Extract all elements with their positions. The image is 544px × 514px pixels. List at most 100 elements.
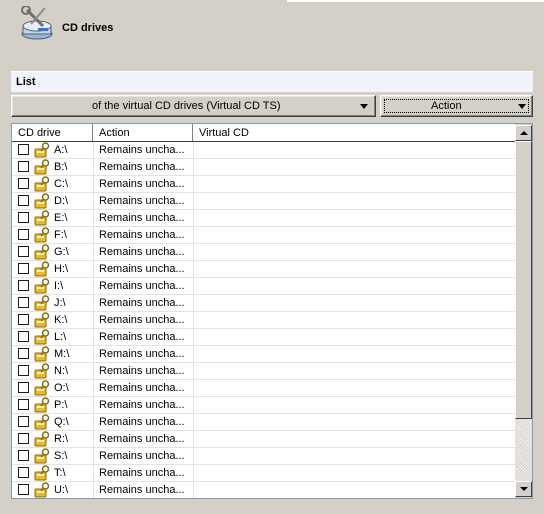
drive-checkbox[interactable] (18, 467, 29, 478)
table-row[interactable]: D:\ Remains uncha... (12, 193, 515, 210)
cd-drive-key-icon (34, 176, 50, 192)
table-row[interactable]: B:\ Remains uncha... (12, 159, 515, 176)
column-header-cd-drive[interactable]: CD drive (12, 124, 93, 141)
chevron-down-icon (360, 104, 368, 109)
table-row[interactable]: K:\ Remains uncha... (12, 312, 515, 329)
scroll-down-button[interactable] (515, 481, 532, 497)
drive-letter: S:\ (54, 450, 68, 462)
drive-checkbox[interactable] (18, 331, 29, 342)
virtual-cd-cell (193, 176, 515, 192)
virtual-cd-cell (193, 380, 515, 396)
table-row[interactable]: F:\ Remains uncha... (12, 227, 515, 244)
column-header-virtual-cd[interactable]: Virtual CD (193, 124, 515, 141)
cd-drive-key-icon (34, 159, 50, 175)
drive-letter: Q:\ (54, 416, 69, 428)
drive-checkbox[interactable] (18, 229, 29, 240)
scroll-up-button[interactable] (515, 125, 532, 141)
cd-drive-key-icon (34, 380, 50, 396)
drive-checkbox[interactable] (18, 178, 29, 189)
action-cell: Remains uncha... (93, 227, 194, 243)
drive-checkbox[interactable] (18, 433, 29, 444)
table-row[interactable]: A:\ Remains uncha... (12, 142, 515, 159)
table-row[interactable]: I:\ Remains uncha... (12, 278, 515, 295)
drive-checkbox[interactable] (18, 365, 29, 376)
arrow-down-icon (520, 487, 528, 491)
column-header-action[interactable]: Action (93, 124, 193, 141)
table-row[interactable]: J:\ Remains uncha... (12, 295, 515, 312)
cd-drive-key-icon (34, 227, 50, 243)
drive-checkbox[interactable] (18, 399, 29, 410)
table-row[interactable]: R:\ Remains uncha... (12, 431, 515, 448)
cd-drive-cell: Q:\ (12, 414, 94, 430)
drive-checkbox[interactable] (18, 348, 29, 359)
table-row[interactable]: H:\ Remains uncha... (12, 261, 515, 278)
drive-letter: O:\ (54, 382, 69, 394)
action-cell: Remains uncha... (93, 363, 194, 379)
virtual-cd-cell (193, 448, 515, 464)
virtual-cd-cell (193, 312, 515, 328)
drive-letter: A:\ (54, 144, 68, 156)
drive-checkbox[interactable] (18, 297, 29, 308)
virtual-cd-cell (193, 159, 515, 175)
vertical-scrollbar[interactable] (515, 124, 532, 498)
drive-checkbox[interactable] (18, 195, 29, 206)
action-value: Remains uncha... (99, 484, 185, 496)
table-row[interactable]: G:\ Remains uncha... (12, 244, 515, 261)
cd-drive-cell: R:\ (12, 431, 94, 447)
table-row[interactable]: O:\ Remains uncha... (12, 380, 515, 397)
filter-dropdown-label: of the virtual CD drives (Virtual CD TS) (92, 100, 281, 112)
drive-checkbox[interactable] (18, 263, 29, 274)
cd-drive-key-icon (34, 397, 50, 413)
table-row[interactable]: S:\ Remains uncha... (12, 448, 515, 465)
table-row[interactable]: M:\ Remains uncha... (12, 346, 515, 363)
drive-checkbox[interactable] (18, 161, 29, 172)
drive-letter: T:\ (54, 467, 66, 479)
table-row[interactable]: U:\ Remains uncha... (12, 482, 515, 498)
cd-drive-cell: N:\ (12, 363, 94, 379)
table-row[interactable]: C:\ Remains uncha... (12, 176, 515, 193)
cd-drive-cell: F:\ (12, 227, 94, 243)
drive-letter: U:\ (54, 484, 69, 496)
drive-checkbox[interactable] (18, 382, 29, 393)
drive-checkbox[interactable] (18, 450, 29, 461)
cd-drive-key-icon (34, 295, 50, 311)
drive-checkbox[interactable] (18, 416, 29, 427)
virtual-cd-cell (193, 210, 515, 226)
virtual-cd-cell (193, 414, 515, 430)
action-dropdown[interactable]: Action (380, 95, 533, 117)
action-cell: Remains uncha... (93, 193, 194, 209)
drive-letter: J:\ (54, 297, 66, 309)
virtual-cd-cell (193, 142, 515, 158)
cd-drive-key-icon (34, 244, 50, 260)
table-row[interactable]: P:\ Remains uncha... (12, 397, 515, 414)
table-row[interactable]: E:\ Remains uncha... (12, 210, 515, 227)
scrollbar-thumb[interactable] (515, 141, 532, 419)
drive-checkbox[interactable] (18, 314, 29, 325)
table-row[interactable]: L:\ Remains uncha... (12, 329, 515, 346)
virtual-cd-cell (193, 363, 515, 379)
drive-checkbox[interactable] (18, 212, 29, 223)
drive-checkbox[interactable] (18, 280, 29, 291)
cd-drive-key-icon (34, 448, 50, 464)
action-cell: Remains uncha... (93, 397, 194, 413)
filter-dropdown[interactable]: of the virtual CD drives (Virtual CD TS) (11, 95, 376, 117)
cd-drive-key-icon (34, 142, 50, 158)
table-row[interactable]: Q:\ Remains uncha... (12, 414, 515, 431)
table-row[interactable]: N:\ Remains uncha... (12, 363, 515, 380)
drive-checkbox[interactable] (18, 484, 29, 495)
cd-drive-key-icon (34, 465, 50, 481)
table-row[interactable]: T:\ Remains uncha... (12, 465, 515, 482)
action-value: Remains uncha... (99, 212, 185, 224)
cd-drive-key-icon (34, 363, 50, 379)
drive-checkbox[interactable] (18, 144, 29, 155)
cd-drive-wrench-icon (21, 6, 53, 40)
virtual-cd-cell (193, 278, 515, 294)
action-value: Remains uncha... (99, 416, 185, 428)
action-cell: Remains uncha... (93, 176, 194, 192)
action-cell: Remains uncha... (93, 414, 194, 430)
drive-checkbox[interactable] (18, 246, 29, 257)
action-value: Remains uncha... (99, 178, 185, 190)
cd-drive-cell: K:\ (12, 312, 94, 328)
cd-drive-key-icon (34, 261, 50, 277)
action-value: Remains uncha... (99, 246, 185, 258)
